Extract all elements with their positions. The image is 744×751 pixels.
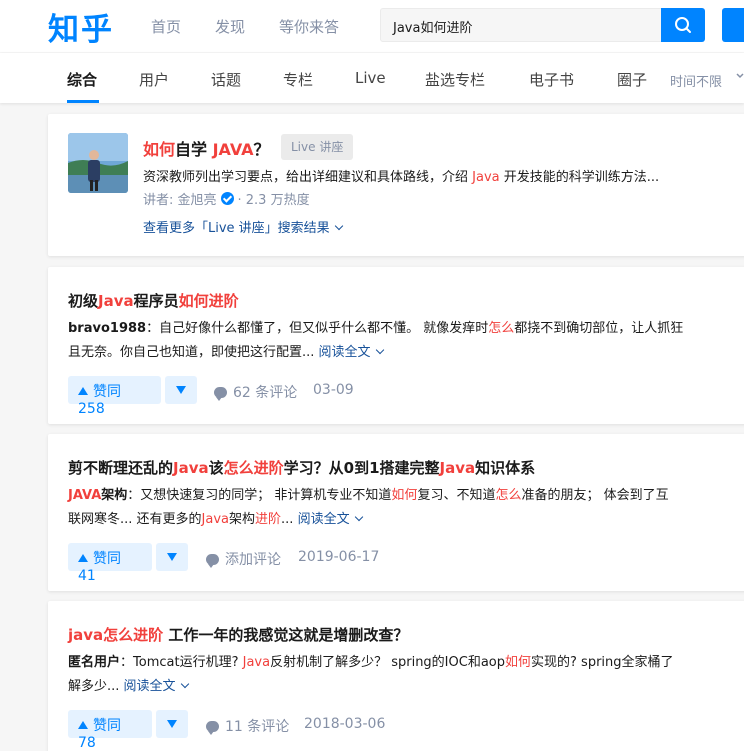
read-more-link[interactable]: 阅读全文 [124,679,189,694]
chevron-down-icon [180,679,189,689]
result-actions: 赞同 41 添加评论 2019-06-17 [68,543,688,584]
tab-columns[interactable]: 专栏 [283,69,313,90]
downvote-button[interactable] [156,710,188,738]
search-result-card: 初级Java程序员如何进阶 bravo1988：自己好像什么都懂了，但又似乎什么… [48,267,744,424]
result-excerpt[interactable]: bravo1988：自己好像什么都懂了，但又似乎什么都不懂。 就像发痒时怎么都挠… [68,317,728,365]
read-more-link[interactable]: 阅读全文 [298,512,363,527]
result-title[interactable]: 剪不断理还乱的Java该怎么进阶学习？从0到1搭建完整Java知识体系 [68,457,535,478]
comment-icon [206,554,219,568]
result-title[interactable]: java怎么进阶 工作一年的我感觉这就是增删改查？ [68,624,408,645]
time-filter-dropdown[interactable]: 时间不限 [670,71,722,90]
nav-waiting-answers[interactable]: 等你来答 [279,16,339,37]
tab-circles[interactable]: 圈子 [617,69,647,90]
downvote-icon [167,553,177,561]
ask-question-button[interactable] [722,8,744,42]
downvote-button[interactable] [156,543,188,571]
search-result-card: 剪不断理还乱的Java该怎么进阶学习？从0到1搭建完整Java知识体系 JAVA… [48,434,744,591]
downvote-icon [167,720,177,728]
live-lecture-card: 如何自学 JAVA？ Live 讲座 资深教师列出学习要点，给出详细建议和具体路… [48,114,744,256]
upvote-icon [78,387,88,395]
more-live-link[interactable]: 查看更多「Live 讲座」搜索结果 [143,217,343,236]
result-date: 2018-03-06 [304,716,386,732]
live-tag: Live 讲座 [281,134,354,160]
search-button[interactable] [661,8,705,42]
chevron-down-icon [334,221,343,231]
result-title[interactable]: 初级Java程序员如何进阶 [68,290,239,311]
upvote-button[interactable]: 赞同 41 [68,543,152,584]
search-result-card: java怎么进阶 工作一年的我感觉这就是增删改查？ 匿名用户：Tomcat运行机… [48,601,744,751]
downvote-icon [176,386,186,394]
tab-ebooks[interactable]: 电子书 [529,69,574,90]
comment-button[interactable]: 11 条评论 [206,716,289,736]
speaker-label: 讲者: 金旭亮 [143,193,217,208]
upvote-icon [78,554,88,562]
tab-topics[interactable]: 话题 [211,69,241,90]
search-tabs: 综合 用户 话题 专栏 Live 盐选专栏 电子书 圈子 时间不限 [0,53,744,103]
chevron-down-icon [354,512,363,522]
comment-button[interactable]: 添加评论 [206,549,281,569]
result-actions: 赞同 78 11 条评论 2018-03-06 [68,710,688,751]
result-date: 2019-06-17 [298,549,380,565]
tab-general[interactable]: 综合 [67,69,97,90]
comment-button[interactable]: 62 条评论 [214,382,297,402]
nav-home[interactable]: 首页 [151,16,181,37]
upvote-button[interactable]: 赞同 78 [68,710,152,751]
live-description: 资深教师列出学习要点，给出详细建议和具体路线，介绍 Java 开发技能的科学训练… [143,170,660,185]
nav-discover[interactable]: 发现 [215,16,245,37]
chevron-down-icon [736,73,744,79]
active-tab-indicator [67,100,99,103]
downvote-button[interactable] [165,376,197,404]
upvote-icon [78,721,88,729]
verified-icon [220,192,234,205]
zhihu-logo[interactable]: 知乎 [48,4,114,49]
comment-icon [214,387,227,401]
lecturer-avatar[interactable] [68,133,128,193]
live-meta: 讲者: 金旭亮 · 2.3 万热度 [143,189,310,208]
tab-users[interactable]: 用户 [139,69,169,90]
live-title[interactable]: 如何自学 JAVA？ [143,136,270,160]
heat-count: · 2.3 万热度 [237,193,310,208]
upvote-button[interactable]: 赞同 258 [68,376,161,417]
chevron-down-icon [375,345,384,355]
result-excerpt[interactable]: JAVA架构：又想快速复习的同学； 非计算机专业不知道如何复习、不知道怎么准备的… [68,484,728,532]
read-more-link[interactable]: 阅读全文 [319,345,384,360]
search-icon [675,17,691,33]
top-header: 知乎 首页 发现 等你来答 Java如何进阶 [0,0,744,52]
search-input[interactable]: Java如何进阶 [380,8,662,42]
result-excerpt[interactable]: 匿名用户：Tomcat运行机理? Java反射机制了解多少？ spring的IO… [68,651,728,699]
result-date: 03-09 [313,382,354,398]
tab-salt-columns[interactable]: 盐选专栏 [425,69,485,90]
tab-live[interactable]: Live [355,69,386,87]
result-actions: 赞同 258 62 条评论 03-09 [68,376,688,417]
comment-icon [206,721,219,735]
